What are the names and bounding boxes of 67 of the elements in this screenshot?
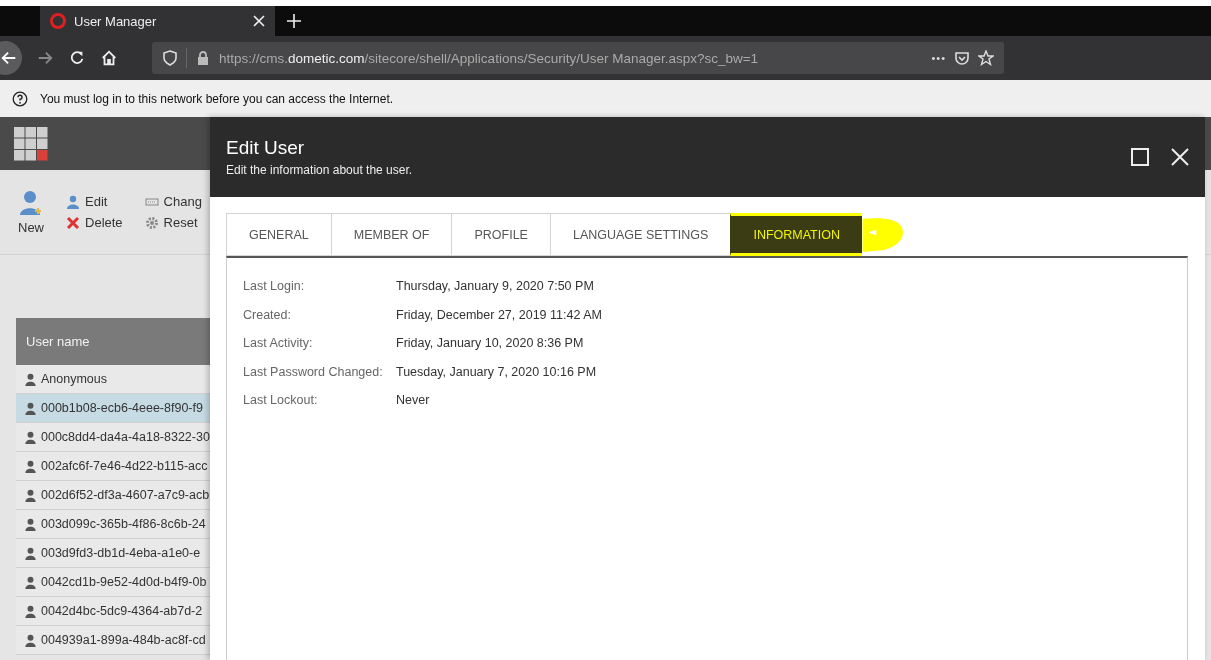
- browser-tab[interactable]: User Manager: [40, 6, 275, 36]
- user-icon: [24, 575, 37, 589]
- user-row[interactable]: 002afc6f-7e46-4d22-b115-acc: [16, 452, 210, 481]
- app-grid-icon[interactable]: [14, 126, 48, 161]
- tab[interactable]: INFORMATION: [730, 213, 862, 256]
- info-label: Created:: [243, 307, 292, 322]
- maximize-icon[interactable]: [1131, 148, 1149, 166]
- user-row[interactable]: 003d9fd3-db1d-4eba-a1e0-e: [16, 539, 210, 568]
- user-row[interactable]: 004939a1-899a-484b-ac8f-cd: [16, 626, 210, 655]
- new-button[interactable]: New: [18, 189, 44, 235]
- tab[interactable]: GENERAL: [226, 213, 331, 256]
- back-arrow-icon[interactable]: [0, 49, 18, 67]
- star-icon[interactable]: [978, 50, 994, 66]
- info-label: Last Activity:: [243, 336, 314, 351]
- user-row[interactable]: 000c8dd4-da4a-4a18-8322-30: [16, 423, 210, 452]
- dialog-title: Edit User: [226, 137, 306, 159]
- user-row[interactable]: Anonymous: [16, 365, 210, 394]
- user-row[interactable]: 0042d4bc-5dc9-4364-ab7d-2: [16, 597, 210, 626]
- info-value: Friday, December 27, 2019 11:42 AM: [396, 307, 602, 322]
- pocket-icon[interactable]: [954, 50, 970, 66]
- user-icon: [24, 488, 37, 502]
- info-value: Never: [396, 393, 430, 408]
- info-value: Friday, January 10, 2020 8:36 PM: [396, 336, 584, 351]
- info-value: Thursday, January 9, 2020 7:50 PM: [396, 279, 594, 294]
- info-label: Last Password Changed:: [243, 364, 384, 379]
- dialog-subtitle: Edit the information about the user.: [226, 163, 414, 177]
- network-message: You must log in to this network before you can access the Internet.: [40, 91, 394, 106]
- home-icon[interactable]: [100, 49, 118, 67]
- user-icon: [24, 459, 37, 473]
- close-icon[interactable]: [1171, 148, 1189, 166]
- user-icon: [24, 633, 37, 647]
- url-text: https://cms.dometic.com/sitecore/shell/Applications/Security/User Manager.aspx?sc_bw=1: [219, 50, 760, 66]
- user-icon: [24, 401, 37, 415]
- user-row[interactable]: 003d099c-365b-4f86-8c6b-24: [16, 510, 210, 539]
- info-value: Tuesday, January 7, 2020 10:16 PM: [396, 364, 597, 379]
- edit-button[interactable]: Edit: [66, 194, 123, 209]
- lock-icon: [195, 50, 211, 66]
- forward-icon[interactable]: [36, 49, 54, 67]
- user-row[interactable]: 002d6f52-df3a-4607-a7c9-acb: [16, 481, 210, 510]
- change-button[interactable]: Chang: [144, 194, 202, 209]
- user-icon: [24, 604, 37, 618]
- user-icon: [24, 546, 37, 560]
- user-row[interactable]: 0042cd1b-9e52-4d0d-b4f9-0b: [16, 568, 210, 597]
- logo-icon: [50, 13, 66, 29]
- help-icon: [12, 90, 28, 107]
- shield-icon: [162, 50, 178, 66]
- new-tab-icon[interactable]: [287, 14, 301, 28]
- user-icon: [24, 430, 37, 444]
- user-row[interactable]: 000b1b08-ecb6-4eee-8f90-f9: [16, 394, 210, 423]
- user-icon: [24, 372, 37, 386]
- user-icon: [24, 517, 37, 531]
- tab[interactable]: LANGUAGE SETTINGS: [549, 213, 731, 256]
- info-label: Last Login:: [243, 279, 306, 294]
- close-icon[interactable]: [253, 15, 265, 27]
- reload-icon[interactable]: [68, 49, 86, 67]
- gear-icon: [144, 215, 159, 230]
- reset-button[interactable]: Reset: [144, 215, 202, 230]
- info-label: Last Lockout:: [243, 393, 319, 408]
- user-icon: [66, 194, 80, 209]
- delete-button[interactable]: Delete: [66, 215, 123, 230]
- address-bar[interactable]: https://cms.dometic.com/sitecore/shell/Applications/Security/User Manager.aspx?sc_bw=1 •••: [152, 42, 1004, 74]
- cross-icon: [66, 215, 80, 230]
- more-menu[interactable]: •••: [931, 52, 946, 64]
- tab[interactable]: MEMBER OF: [330, 213, 452, 256]
- add-user-icon: [19, 189, 43, 216]
- tab[interactable]: PROFILE: [451, 213, 550, 256]
- column-header[interactable]: User name: [16, 318, 210, 365]
